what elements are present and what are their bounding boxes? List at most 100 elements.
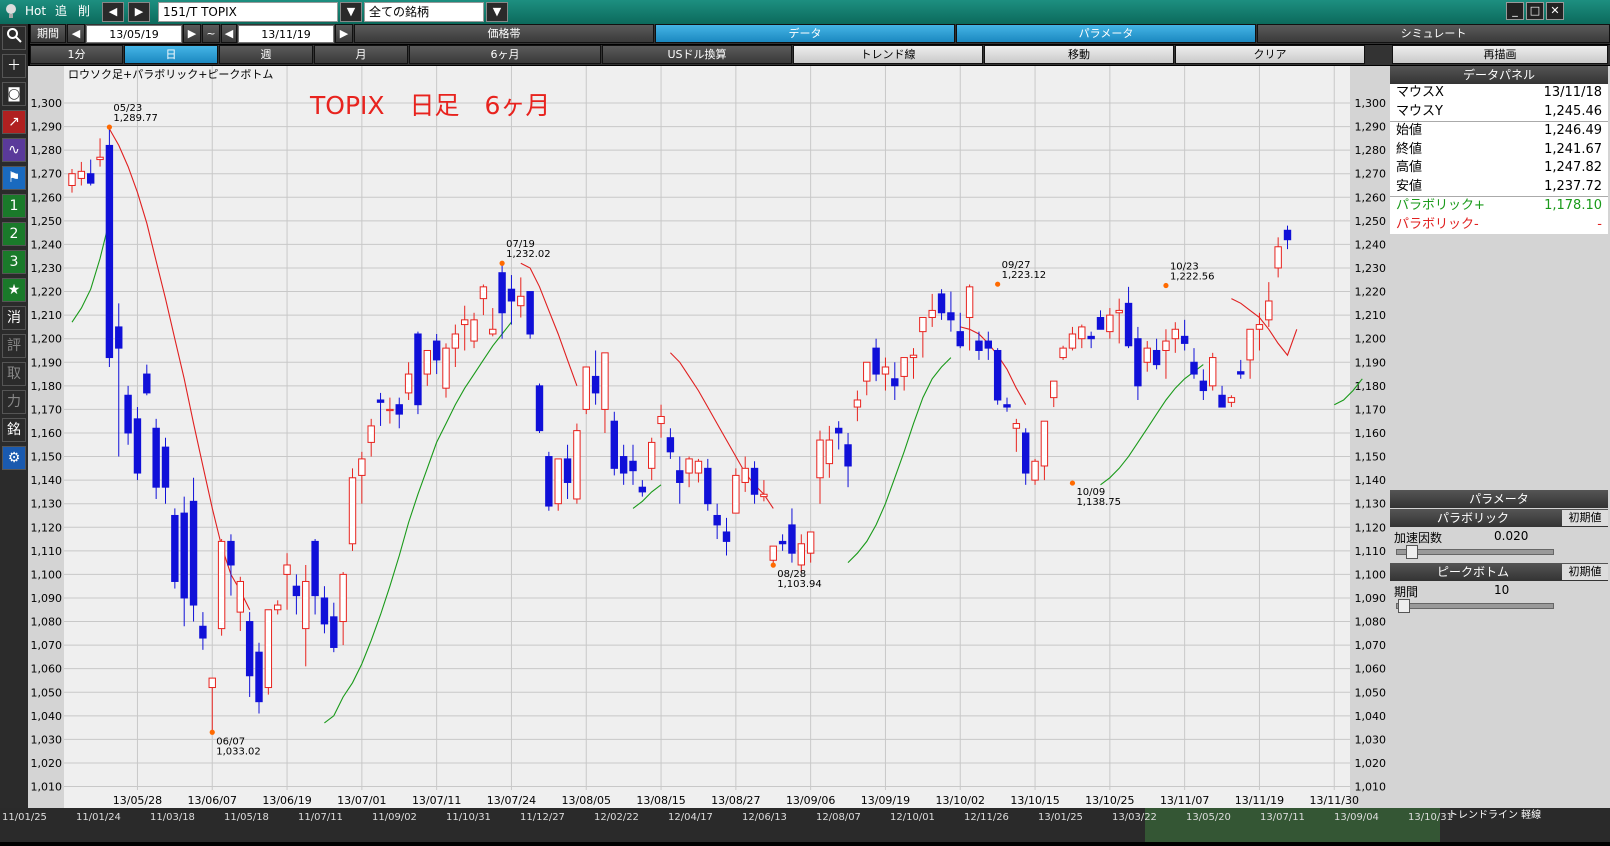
bottom-time-axis[interactable]: 11/01/25 11/01/24 11/03/18 11/05/18 11/07/11… bbox=[0, 808, 1610, 842]
candle-body bbox=[124, 394, 132, 434]
universe-select[interactable]: 全ての銘柄 bbox=[364, 2, 484, 22]
tab-parameter[interactable]: パラメータ bbox=[956, 24, 1256, 43]
minimize-button[interactable]: _ bbox=[1506, 2, 1524, 20]
preset-3-button[interactable]: 3 bbox=[2, 250, 26, 274]
candle-body bbox=[208, 677, 216, 689]
y-tick-label-left: 1,260 bbox=[31, 191, 63, 204]
move-button[interactable]: 移動 bbox=[984, 45, 1174, 64]
peak-marker bbox=[106, 124, 112, 130]
candle-body bbox=[629, 460, 637, 472]
from-date-input[interactable]: 13/05/19 bbox=[86, 25, 182, 43]
y-tick-label-right: 1,170 bbox=[1355, 403, 1387, 416]
x-tick-label: 13/07/24 bbox=[487, 794, 536, 807]
peak-value-label: 1,223.12 bbox=[1002, 270, 1047, 281]
redraw-button[interactable]: 再描画 bbox=[1392, 45, 1608, 64]
candle-body bbox=[1003, 404, 1011, 408]
candle-body bbox=[993, 349, 1002, 401]
symbol-input[interactable]: 151/T TOPIX bbox=[158, 2, 338, 22]
data-panel-label: マウスY bbox=[1396, 103, 1443, 119]
period-slider-thumb[interactable] bbox=[1398, 599, 1410, 613]
candle-body bbox=[601, 352, 609, 410]
period-slider-track[interactable] bbox=[1396, 603, 1554, 609]
interval-day[interactable]: 日 bbox=[124, 45, 218, 64]
settings-button[interactable]: ⚙ bbox=[2, 446, 26, 470]
y-tick-label-left: 1,030 bbox=[31, 733, 63, 746]
data-panel-value: 1,245.46 bbox=[1544, 103, 1602, 119]
candle-body bbox=[563, 458, 572, 483]
search-button[interactable] bbox=[2, 26, 26, 50]
interval-month[interactable]: 月 bbox=[314, 45, 408, 64]
y-tick-label-right: 1,010 bbox=[1355, 781, 1387, 794]
interval-1min[interactable]: 1分 bbox=[30, 45, 123, 64]
tab-price-band[interactable]: 価格帯 bbox=[354, 24, 654, 43]
candle-body bbox=[1040, 420, 1049, 467]
bottom-axis-label: 13/05/20 bbox=[1186, 812, 1231, 823]
y-tick-label-left: 1,070 bbox=[31, 639, 63, 652]
chart-type-button[interactable]: ↗ bbox=[2, 110, 26, 134]
input-button[interactable]: 力 bbox=[2, 390, 26, 414]
bottom-scroller[interactable]: 11/01/25 11/01/24 11/03/18 11/05/18 11/07/11… bbox=[0, 808, 1610, 842]
prev-symbol-button[interactable]: ◀ bbox=[102, 2, 124, 22]
from-prev-button[interactable]: ◀ bbox=[67, 24, 85, 43]
camera-button[interactable]: ◙ bbox=[2, 82, 26, 106]
to-date-input[interactable]: 13/11/19 bbox=[238, 25, 334, 43]
chart-area[interactable]: 1,010 1,020 1,030 1,040 1,050 1,060 1,070 1,080… bbox=[28, 66, 1390, 808]
accel-slider-thumb[interactable] bbox=[1406, 545, 1418, 559]
x-tick-label: 13/11/07 bbox=[1160, 794, 1209, 807]
candle-body bbox=[1274, 246, 1282, 269]
interval-6month[interactable]: 6ヶ月 bbox=[409, 45, 601, 64]
accel-slider-track[interactable] bbox=[1396, 549, 1554, 555]
rating-button[interactable]: 評 bbox=[2, 334, 26, 358]
candle-body bbox=[863, 361, 871, 382]
hot-button[interactable]: Hot bbox=[22, 2, 49, 22]
candle-body bbox=[1209, 357, 1217, 387]
from-next-button[interactable]: ▶ bbox=[183, 24, 201, 43]
candle-body bbox=[451, 333, 460, 349]
candle-body bbox=[404, 373, 413, 394]
y-tick-label-left: 1,240 bbox=[31, 238, 63, 251]
add-button[interactable]: 追 bbox=[52, 2, 70, 22]
to-next-button[interactable]: ▶ bbox=[335, 24, 353, 43]
universe-dropdown-button[interactable]: ▼ bbox=[486, 2, 508, 22]
delete-button[interactable]: 削 bbox=[75, 2, 93, 22]
flag-button[interactable]: ⚑ bbox=[2, 166, 26, 190]
usd-convert-button[interactable]: USドル換算 bbox=[602, 45, 792, 64]
maximize-button[interactable]: □ bbox=[1526, 2, 1544, 20]
psar-section-header: パラボリック 初期値 bbox=[1390, 509, 1608, 527]
accel-value[interactable]: 0.020 bbox=[1494, 529, 1528, 543]
period-param-value[interactable]: 10 bbox=[1494, 583, 1509, 597]
candlestick-chart[interactable]: 1,010 1,020 1,030 1,040 1,050 1,060 1,070 1,080… bbox=[28, 66, 1390, 808]
candle-body bbox=[666, 437, 675, 453]
candle-body bbox=[245, 621, 254, 677]
tab-simulate[interactable]: シミュレート bbox=[1257, 24, 1610, 43]
next-symbol-button[interactable]: ▶ bbox=[128, 2, 150, 22]
candle-body bbox=[376, 399, 385, 403]
to-prev-button[interactable]: ◀ bbox=[221, 24, 237, 43]
clear-button[interactable]: クリア bbox=[1175, 45, 1365, 64]
candle-body bbox=[143, 373, 151, 394]
candle-body bbox=[619, 456, 628, 474]
psar-reset-button[interactable]: 初期値 bbox=[1562, 510, 1608, 526]
bottom-axis-label: 11/10/31 bbox=[446, 812, 491, 823]
preset-2-button[interactable]: 2 bbox=[2, 222, 26, 246]
peak-reset-button[interactable]: 初期値 bbox=[1562, 564, 1608, 580]
preset-1-button[interactable]: 1 bbox=[2, 194, 26, 218]
trade-button[interactable]: 取 bbox=[2, 362, 26, 386]
symbols-button[interactable]: 銘 bbox=[2, 418, 26, 442]
indicator-button[interactable]: ∿ bbox=[2, 138, 26, 162]
x-tick-label: 13/09/19 bbox=[861, 794, 910, 807]
candle-body bbox=[778, 540, 787, 545]
trendline-button[interactable]: トレンド線 bbox=[793, 45, 983, 64]
erase-button[interactable]: 消 bbox=[2, 306, 26, 330]
close-button[interactable]: ✕ bbox=[1546, 2, 1564, 20]
favorite-button[interactable]: ★ bbox=[2, 278, 26, 302]
interval-week[interactable]: 週 bbox=[219, 45, 313, 64]
y-tick-label-left: 1,120 bbox=[31, 521, 63, 534]
tab-data[interactable]: データ bbox=[655, 24, 955, 43]
candle-body bbox=[489, 328, 497, 335]
symbol-dropdown-button[interactable]: ▼ bbox=[340, 2, 362, 22]
candle-body bbox=[760, 493, 768, 498]
candle-body bbox=[582, 366, 590, 410]
crosshair-button[interactable]: ＋ bbox=[2, 54, 26, 78]
bulb-icon[interactable] bbox=[4, 2, 18, 22]
